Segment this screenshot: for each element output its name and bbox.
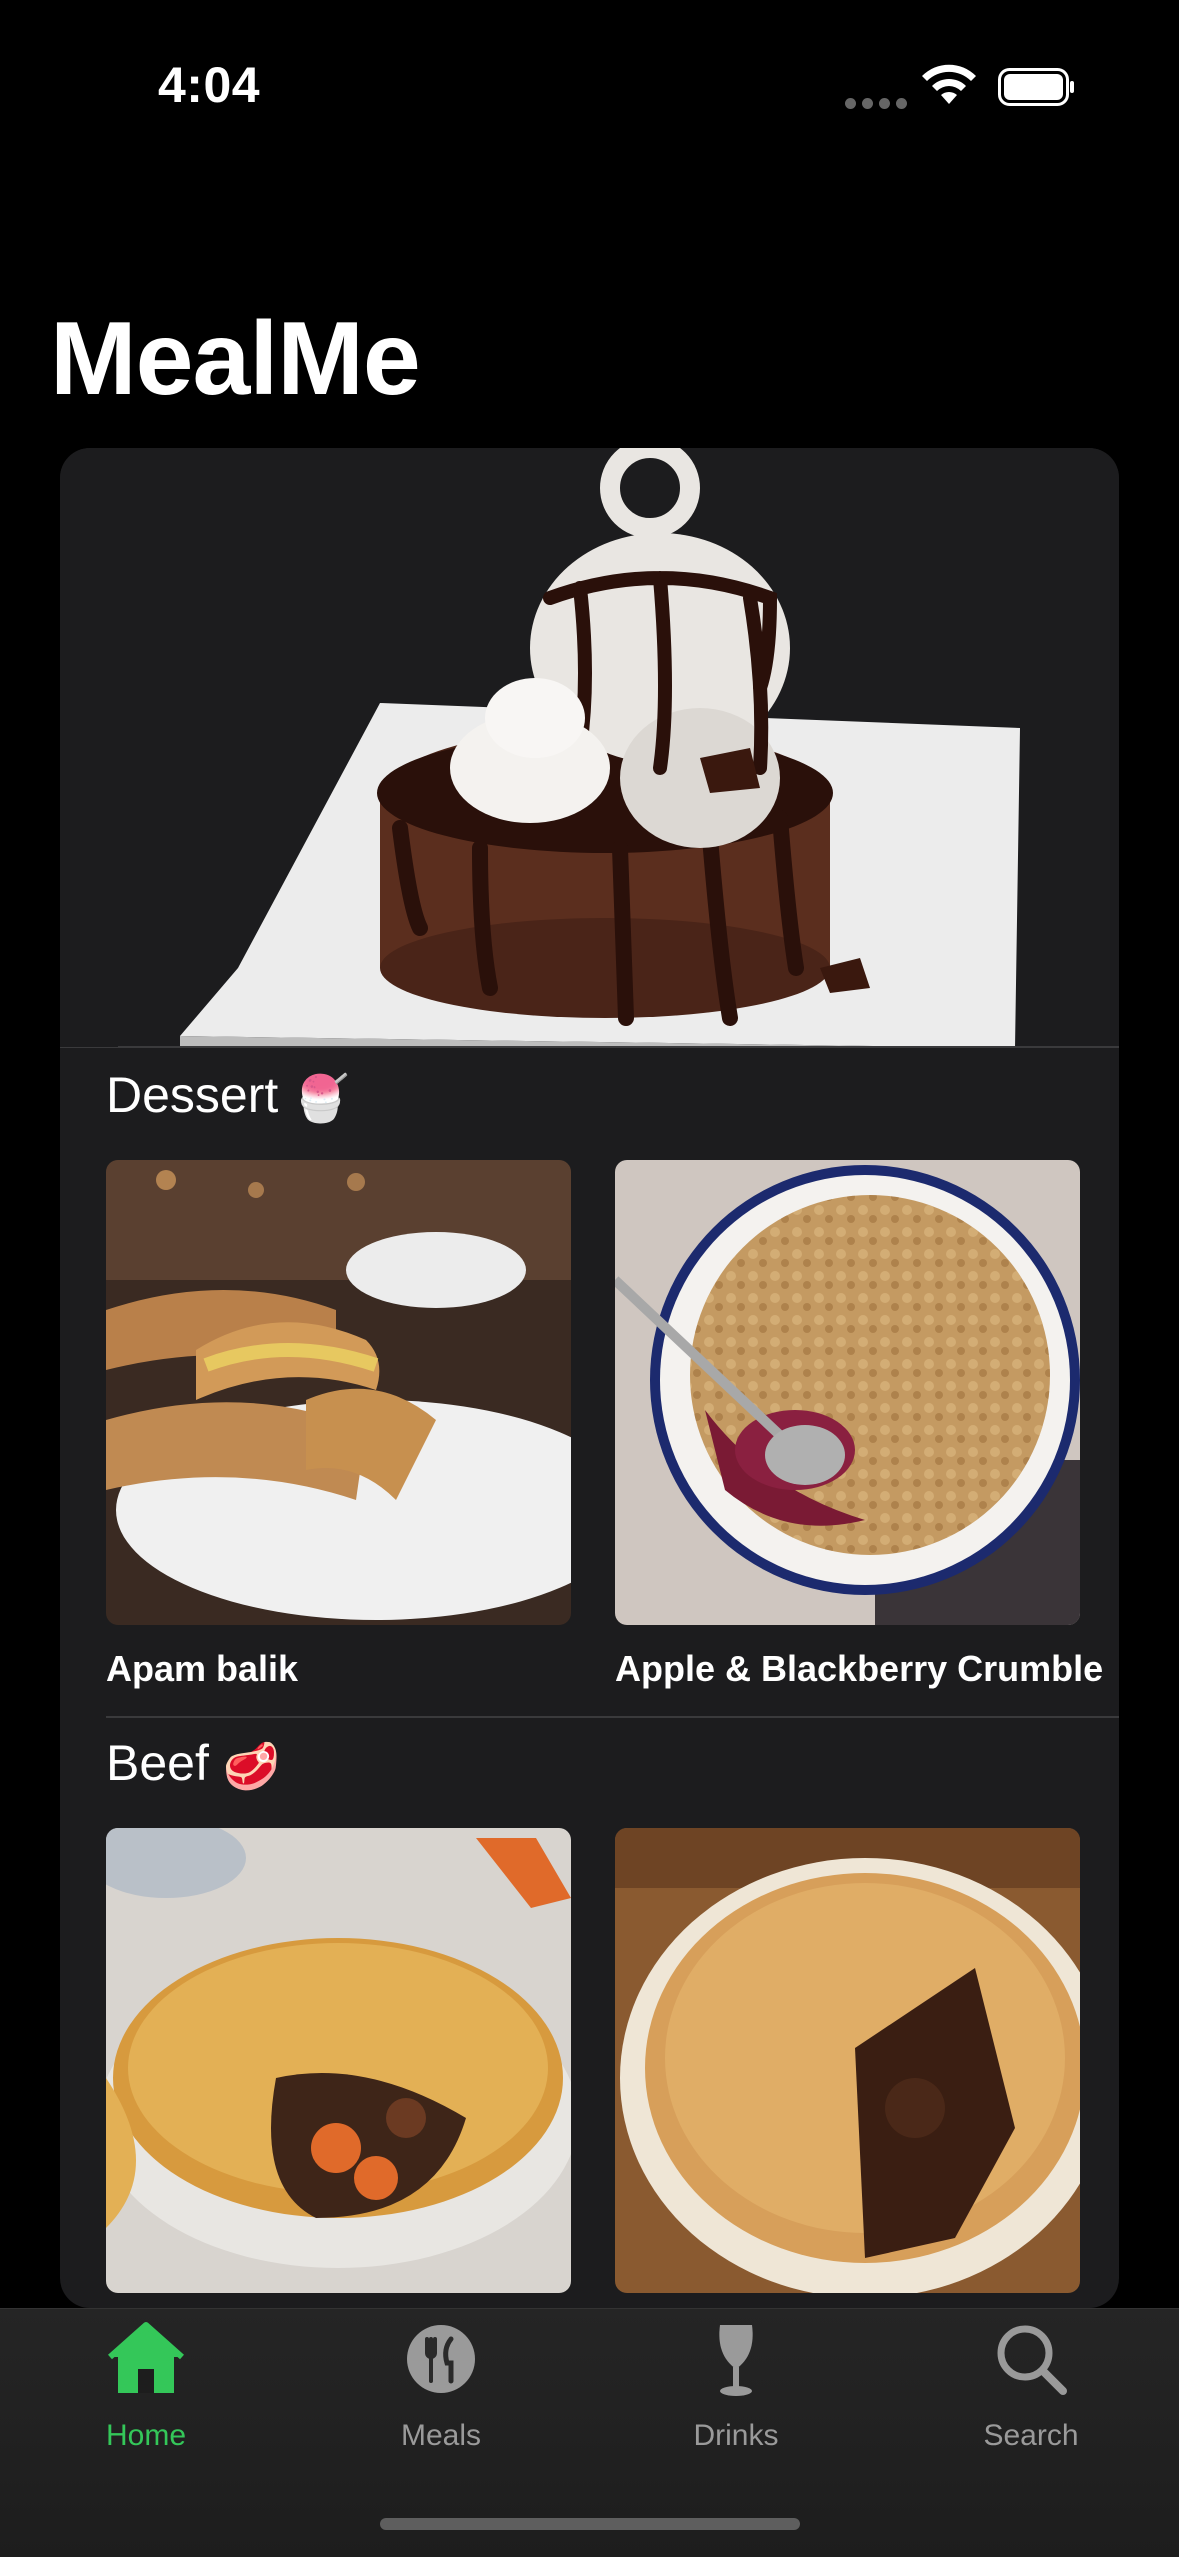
meal-name[interactable]: Apam balik <box>106 1648 298 1690</box>
meal-thumbnail-beef-1[interactable] <box>106 1828 571 2293</box>
category-card[interactable]: Dessert 🍧 Apam balik Apple & Blackberry … <box>60 448 1119 2308</box>
meal-thumbnail-crumble[interactable] <box>615 1160 1080 1625</box>
tab-search[interactable]: Search <box>931 2309 1131 2479</box>
crumble-photo <box>615 1160 1080 1625</box>
home-indicator[interactable] <box>380 2518 800 2530</box>
dessert-hero-photo[interactable] <box>60 448 1119 1048</box>
status-bar: 4:04 <box>0 0 1179 140</box>
fork-knife-icon <box>407 2325 475 2393</box>
meal-name[interactable]: Apple & Blackberry Crumble <box>615 1648 1103 1690</box>
cellular-signal-icon <box>845 96 913 114</box>
steak-emoji: 🥩 <box>222 1740 281 1793</box>
magnifier-icon <box>997 2325 1067 2395</box>
shaved-ice-emoji: 🍧 <box>292 1072 350 1125</box>
app-title: MealMe <box>50 301 421 417</box>
house-icon <box>108 2322 184 2393</box>
tab-label: Home <box>105 2419 187 2452</box>
tab-meals[interactable]: Meals <box>341 2309 541 2479</box>
beef-pie-photo <box>615 1828 1080 2293</box>
status-time: 4:04 <box>158 57 261 113</box>
tab-drinks[interactable]: Drinks <box>636 2309 836 2479</box>
tab-label: Drinks <box>693 2419 779 2452</box>
divider <box>118 1046 1119 1048</box>
wine-glass-icon <box>719 2325 753 2396</box>
meal-thumbnail-apam-balik[interactable] <box>106 1160 571 1625</box>
section-title-beef: Beef 🥩 <box>106 1734 280 1794</box>
tab-label: Meals <box>400 2419 482 2452</box>
battery-icon <box>998 68 1074 106</box>
divider <box>106 1716 1119 1718</box>
section-title-dessert: Dessert 🍧 <box>106 1066 350 1126</box>
tab-home[interactable]: Home <box>46 2309 246 2479</box>
tab-label: Search <box>983 2419 1079 2452</box>
section-title-text: Dessert <box>106 1067 279 1123</box>
wifi-icon <box>922 64 976 104</box>
section-title-text: Beef <box>106 1735 209 1791</box>
beef-pie-photo <box>106 1828 571 2293</box>
meal-thumbnail-beef-2[interactable] <box>615 1828 1080 2293</box>
apam-balik-photo <box>106 1160 571 1625</box>
